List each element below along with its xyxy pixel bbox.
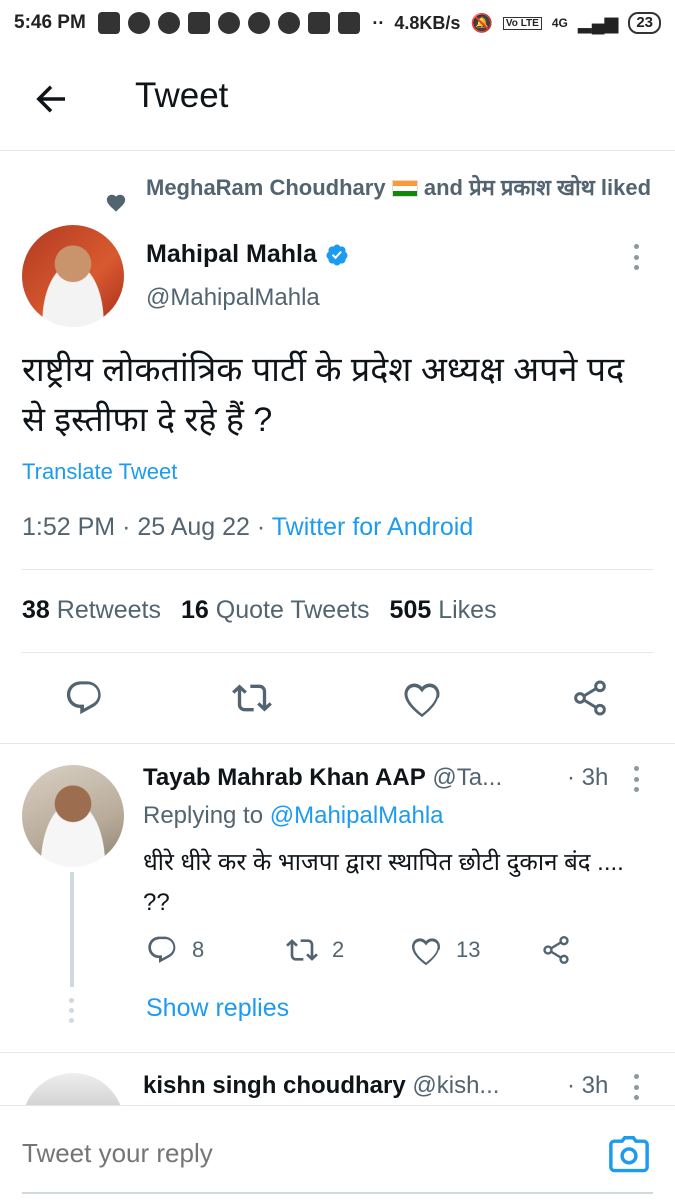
header-divider: [0, 150, 675, 151]
divider: [22, 652, 653, 653]
phone-icon: [127, 12, 150, 34]
like-icon[interactable]: [402, 678, 442, 718]
tweet-time: 1:52 PM: [22, 513, 116, 541]
app-header: Tweet: [0, 58, 675, 138]
author-avatar[interactable]: [22, 225, 124, 327]
messenger-icon: [247, 12, 270, 34]
network-type: 4G: [551, 16, 568, 30]
status-time: 5:46 PM: [14, 12, 86, 33]
share-icon: [543, 936, 569, 964]
reply-like-action[interactable]: 13: [410, 934, 480, 966]
signal-icon: ▂▄▆: [577, 12, 619, 33]
replying-handle-link[interactable]: @MahipalMahla: [270, 802, 444, 829]
like-icon: [412, 938, 440, 966]
tweet-text: राष्ट्रीय लोकतांत्रिक पार्टी के प्रदेश अ…: [22, 351, 625, 439]
quotes-stat[interactable]: 16 Quote Tweets: [181, 596, 370, 625]
reply-author-name: kishn singh choudhary: [143, 1072, 406, 1099]
thread-continuation-dots: [69, 998, 74, 1023]
reply-author-name: Tayab Mahrab Khan AAP: [143, 764, 426, 791]
volte-badge: Vo LTE: [502, 16, 542, 30]
likes-stat[interactable]: 505 Likes: [390, 596, 497, 625]
thread-line: [70, 872, 74, 987]
network-speed: 4.8KB/s: [394, 12, 461, 33]
like-count: 13: [456, 937, 481, 962]
replying-prefix: Replying to: [143, 802, 264, 829]
status-bar: 5:46 PM ·· 4.8KB/s 🔕 Vo LTE 4G ▂▄▆ 23: [0, 0, 675, 46]
reply-header[interactable]: kishn singh choudhary @kish...: [143, 1072, 563, 1100]
author-name-row[interactable]: Mahipal Mahla: [146, 240, 349, 269]
input-underline: [22, 1192, 653, 1194]
author-name: Mahipal Mahla: [146, 240, 317, 268]
reply-compose-bar: [0, 1105, 675, 1200]
show-replies-link[interactable]: Show replies: [146, 994, 289, 1023]
tweet-source-link[interactable]: Twitter for Android: [272, 513, 473, 541]
liker-name: MeghaRam Choudhary: [146, 175, 386, 200]
more-options-icon[interactable]: [632, 766, 640, 792]
reply-icon: [148, 936, 176, 963]
camera-icon[interactable]: [608, 1136, 650, 1174]
reply-header[interactable]: Tayab Mahrab Khan AAP @Ta...: [143, 764, 623, 792]
reply-input[interactable]: [22, 1138, 582, 1169]
reply-author-handle: @kish...: [412, 1072, 500, 1099]
reply-icon[interactable]: [64, 678, 104, 718]
tweet-meta: 1:52 PM · 25 Aug 22 · Twitter for Androi…: [22, 513, 474, 541]
reply-author-handle: @Ta...: [432, 764, 503, 791]
battery-icon: 23: [628, 12, 661, 34]
tweet-stats: 38 Retweets 16 Quote Tweets 505 Likes: [22, 596, 497, 625]
quotes-label: Quote Tweets: [215, 596, 370, 624]
divider: [0, 743, 675, 744]
tweet-date: 25 Aug 22: [137, 513, 250, 541]
more-options-icon[interactable]: [632, 1074, 640, 1100]
phone-icon: [277, 12, 300, 34]
page-title: Tweet: [135, 76, 229, 115]
mail-icon: [307, 12, 330, 34]
facebook-icon: [157, 12, 180, 34]
retweet-icon[interactable]: [232, 678, 272, 718]
share-icon[interactable]: [570, 678, 610, 718]
reply-time: · 3h: [567, 764, 609, 791]
bell-off-icon: 🔕: [470, 12, 493, 33]
retweets-count: 38: [22, 596, 50, 624]
retweets-label: Retweets: [56, 596, 161, 624]
reply-reply-action[interactable]: 8: [146, 934, 204, 966]
reply-count: 8: [192, 937, 205, 962]
translate-tweet-link[interactable]: Translate Tweet: [22, 459, 177, 485]
app-icon: [187, 12, 210, 34]
app-icon: [337, 12, 360, 34]
verified-badge-icon: [326, 244, 348, 265]
more-notifications-icon: ··: [372, 12, 385, 33]
arrow-left-icon[interactable]: [30, 78, 72, 120]
notification-icons: [97, 12, 360, 34]
reply-retweet-action[interactable]: 2: [286, 934, 344, 966]
india-flag-icon: [391, 180, 418, 197]
phone-icon: [217, 12, 240, 34]
social-context[interactable]: MeghaRam Choudhary and प्रेम प्रकाश खोथ …: [146, 172, 661, 204]
heart-icon: [106, 194, 126, 212]
likes-label: Likes: [438, 596, 497, 624]
divider: [22, 569, 653, 570]
more-options-icon[interactable]: [632, 244, 640, 270]
retweet-icon: [286, 939, 318, 961]
liked-suffix: and प्रेम प्रकाश खोथ liked: [423, 175, 652, 200]
retweet-count: 2: [332, 937, 345, 962]
youtube-icon: [97, 12, 120, 34]
quotes-count: 16: [180, 596, 209, 624]
reply-time: · 3h: [567, 1072, 609, 1099]
reply-text: धीरे धीरे कर के भाजपा द्वारा स्थापित छोट…: [143, 849, 624, 916]
replying-to: Replying to @MahipalMahla: [143, 802, 444, 830]
likes-count: 505: [389, 596, 432, 624]
reply-share-action[interactable]: [540, 934, 572, 966]
retweets-stat[interactable]: 38 Retweets: [22, 596, 161, 625]
reply-avatar[interactable]: [22, 765, 124, 867]
author-handle[interactable]: @MahipalMahla: [146, 284, 320, 312]
divider: [0, 1052, 675, 1053]
